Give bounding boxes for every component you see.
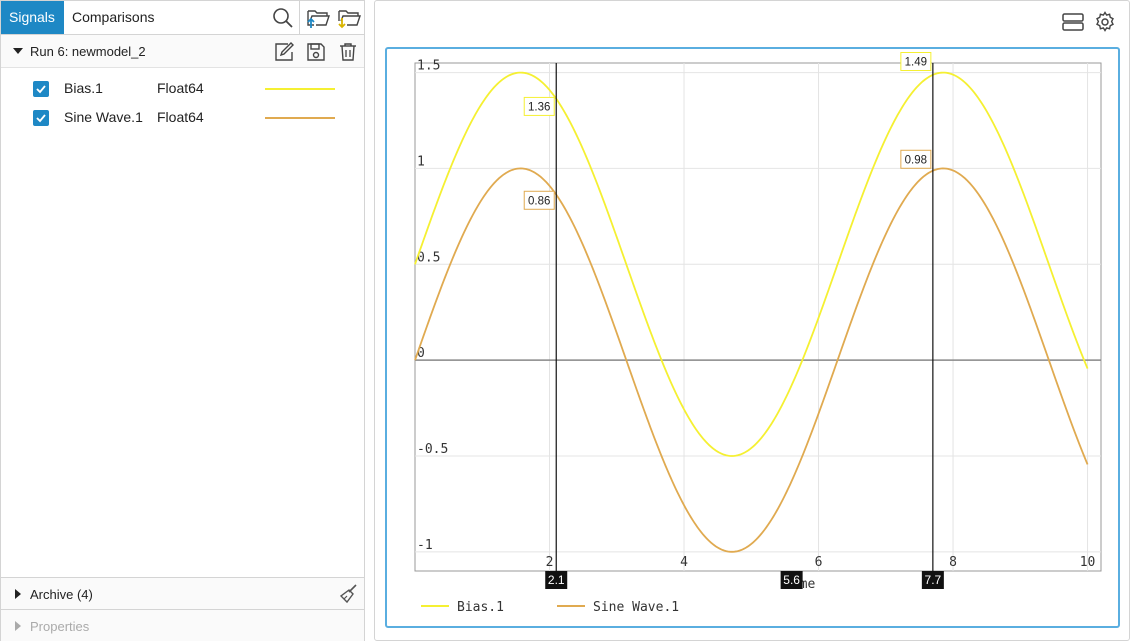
x-tick-label: 4 [680, 555, 688, 570]
signal-type: Float64 [157, 80, 204, 96]
signal-checkbox[interactable] [33, 110, 49, 126]
plot-area[interactable]: 2468101.510.50-0.5-1Time2.11.360.867.71.… [385, 47, 1120, 628]
archive-label: Archive (4) [30, 587, 93, 602]
y-tick-label: -1 [417, 538, 433, 553]
signal-type: Float64 [157, 109, 204, 125]
archive-row[interactable]: Archive (4) [1, 577, 364, 610]
expand-caret-icon[interactable] [15, 589, 21, 599]
plot-box [414, 62, 1102, 572]
legend-label: Sine Wave.1 [593, 600, 679, 615]
folder-open-upload-icon[interactable] [305, 5, 331, 31]
signal-row[interactable]: Bias.1 Float64 [1, 74, 364, 103]
cursor-value-label: 1.36 [528, 101, 550, 113]
y-tick-label: -0.5 [417, 442, 448, 457]
signal-name: Sine Wave.1 [64, 109, 143, 125]
legend-label: Bias.1 [457, 600, 504, 615]
signal-line-swatch[interactable] [265, 88, 335, 90]
signal-line-swatch[interactable] [265, 117, 335, 119]
tab-comparisons[interactable]: Comparisons [64, 1, 162, 34]
signals-panel: Signals Comparisons Run 6: newmodel_2 Bi… [0, 0, 365, 641]
toolbar-divider [299, 1, 300, 34]
layout-icon[interactable] [1060, 9, 1086, 35]
x-tick-label: 8 [949, 555, 957, 570]
y-tick-label: 1.5 [417, 59, 440, 74]
tab-signals[interactable]: Signals [1, 1, 64, 34]
marker-label: 5.6 [783, 573, 800, 587]
expand-caret-icon[interactable] [13, 48, 23, 54]
save-icon[interactable] [303, 39, 329, 65]
signal-checkbox[interactable] [33, 81, 49, 97]
cursor-value-label: 1.49 [905, 57, 927, 69]
folder-open-download-icon[interactable] [336, 5, 362, 31]
y-tick-label: 1 [417, 154, 425, 169]
properties-label: Properties [30, 619, 90, 634]
x-tick-label: 6 [815, 555, 823, 570]
x-tick-label: 2 [546, 555, 554, 570]
delete-icon[interactable] [335, 39, 361, 65]
signal-row[interactable]: Sine Wave.1 Float64 [1, 103, 364, 132]
signal-name: Bias.1 [64, 80, 103, 96]
tab-bar: Signals Comparisons [1, 1, 364, 35]
search-icon[interactable] [270, 5, 296, 31]
cursor-label: 7.7 [925, 573, 942, 587]
cursor-value-label: 0.86 [528, 195, 550, 207]
y-tick-label: 0.5 [417, 250, 440, 265]
rename-icon[interactable] [271, 39, 297, 65]
x-tick-label: 10 [1080, 555, 1096, 570]
time-plot[interactable]: 2468101.510.50-0.5-1Time2.11.360.867.71.… [387, 49, 1118, 626]
run-row[interactable]: Run 6: newmodel_2 [1, 35, 364, 68]
plot-panel: 2468101.510.50-0.5-1Time2.11.360.867.71.… [374, 0, 1130, 641]
run-label: Run 6: newmodel_2 [30, 44, 146, 59]
settings-icon[interactable] [1092, 9, 1118, 35]
expand-caret-icon[interactable] [15, 621, 21, 631]
properties-row[interactable]: Properties [1, 610, 364, 641]
broom-icon[interactable] [335, 581, 361, 607]
cursor-label: 2.1 [548, 573, 565, 587]
cursor-value-label: 0.98 [905, 154, 927, 166]
